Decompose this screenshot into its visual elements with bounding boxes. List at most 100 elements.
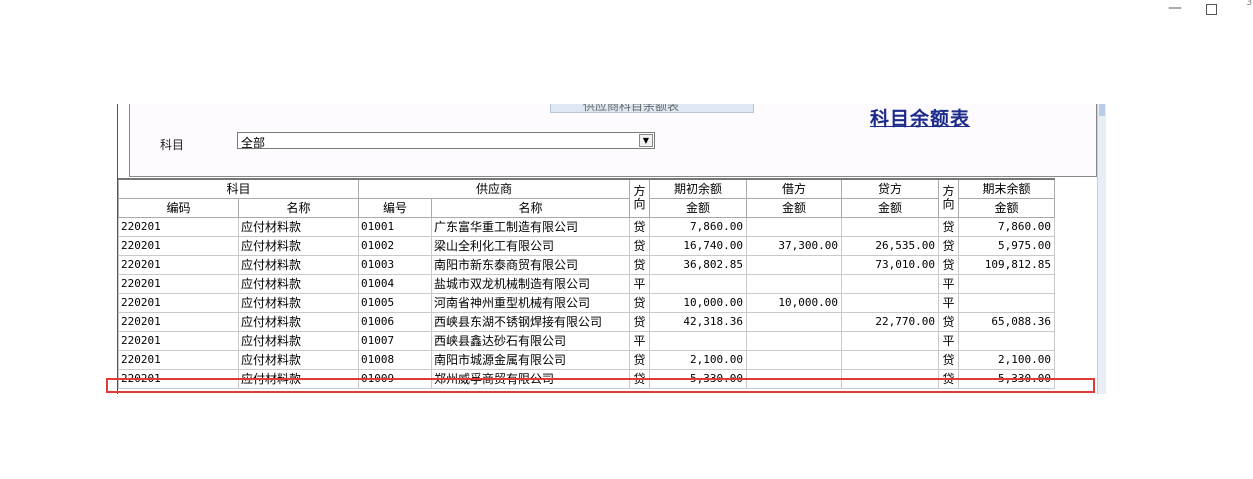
cell-debit [746,349,842,370]
cell-closing [958,330,1055,351]
cell-direction: 平 [629,330,650,351]
cell-supplier-name: 河南省神州重型机械有限公司 [431,292,630,313]
cell-code: 220201 [118,235,239,256]
table-row[interactable]: 220201 应付材料款 01006 西峡县东湖不锈钢焊接有限公司 贷 42,3… [118,311,1055,332]
cell-code: 220201 [118,216,239,237]
close-icon[interactable]: 3 [1246,0,1252,8]
cell-code: 220201 [118,292,239,313]
header-debit-amount[interactable]: 金额 [746,197,842,218]
header-credit[interactable]: 贷方 [841,178,939,199]
table-row[interactable]: 220201 应付材料款 01003 南阳市新东泰商贸有限公司 贷 36,802… [118,254,1055,275]
vertical-scrollbar[interactable] [1097,104,1106,394]
table-row[interactable]: 220201 应付材料款 01007 西峡县鑫达砂石有限公司 平 平 [118,330,1055,351]
cell-name: 应付材料款 [238,235,359,256]
cell-direction-closing: 贷 [938,368,959,389]
cell-supplier-name: 南阳市新东泰商贸有限公司 [431,254,630,275]
cell-opening: 42,318.36 [649,311,747,332]
maximize-icon[interactable] [1206,4,1217,15]
cell-opening: 36,802.85 [649,254,747,275]
header-opening-amount[interactable]: 金额 [649,197,747,218]
cell-supplier-code: 01009 [358,368,432,389]
cell-debit: 37,300.00 [746,235,842,256]
supplier-balance-button-label: 供应商科目余额表 [583,104,680,113]
cell-debit [746,254,842,275]
cell-name: 应付材料款 [238,292,359,313]
cell-code: 220201 [118,330,239,351]
header-subject[interactable]: 科目 [118,178,359,199]
cell-debit [746,311,842,332]
cell-opening: 16,740.00 [649,235,747,256]
dropdown-arrow-icon[interactable]: ▼ [639,134,653,147]
cell-name: 应付材料款 [238,330,359,351]
header-name[interactable]: 名称 [238,197,359,218]
cell-direction-closing: 贷 [938,311,959,332]
table-row[interactable]: 220201 应付材料款 01002 梁山全利化工有限公司 贷 16,740.0… [118,235,1055,256]
cell-supplier-code: 01004 [358,273,432,294]
cell-credit [841,368,939,389]
scrollbar-thumb[interactable] [1099,104,1105,116]
header-opening[interactable]: 期初余额 [649,178,747,199]
table-row[interactable]: 220201 应付材料款 01004 盐城市双龙机械制造有限公司 平 平 [118,273,1055,294]
subject-label: 科目 [160,138,185,152]
balance-table: 科目 供应商 方向 期初余额 借方 贷方 方向 期末余额 编码 名称 编号 名称… [118,178,1055,389]
cell-debit [746,216,842,237]
cell-name: 应付材料款 [238,273,359,294]
cell-direction: 贷 [629,216,650,237]
header-debit[interactable]: 借方 [746,178,842,199]
cell-closing [958,273,1055,294]
table-row[interactable]: 220201 应付材料款 01008 南阳市城源金属有限公司 贷 2,100.0… [118,349,1055,370]
cell-name: 应付材料款 [238,311,359,332]
table-row-selected[interactable]: 220201 应付材料款 01009 郑州威孚商贸有限公司 贷 5,330.00… [118,368,1055,389]
cell-debit [746,330,842,351]
cell-supplier-code: 01005 [358,292,432,313]
cell-supplier-name: 郑州威孚商贸有限公司 [431,368,630,389]
cell-direction: 贷 [629,311,650,332]
cell-supplier-name: 梁山全利化工有限公司 [431,235,630,256]
cell-opening [649,273,747,294]
cell-credit [841,349,939,370]
cell-direction: 贷 [629,254,650,275]
header-supplier-name[interactable]: 名称 [431,197,630,218]
cell-supplier-name: 盐城市双龙机械制造有限公司 [431,273,630,294]
cell-supplier-code: 01007 [358,330,432,351]
header-credit-amount[interactable]: 金额 [841,197,939,218]
cell-direction-closing: 贷 [938,216,959,237]
cell-opening [649,330,747,351]
cell-opening: 5,330.00 [649,368,747,389]
cell-credit: 73,010.00 [841,254,939,275]
subject-select[interactable]: 全部 ▼ [237,132,655,150]
table-row[interactable]: 220201 应付材料款 01005 河南省神州重型机械有限公司 贷 10,00… [118,292,1055,313]
cell-supplier-name: 西峡县东湖不锈钢焊接有限公司 [431,311,630,332]
header-supplier-code[interactable]: 编号 [358,197,432,218]
header-closing[interactable]: 期末余额 [958,178,1055,199]
cell-code: 220201 [118,254,239,275]
cell-supplier-code: 01002 [358,235,432,256]
cell-opening: 10,000.00 [649,292,747,313]
header-direction[interactable]: 方向 [629,178,650,218]
cell-credit: 26,535.00 [841,235,939,256]
cell-credit [841,273,939,294]
cell-credit [841,292,939,313]
header-closing-amount[interactable]: 金额 [958,197,1055,218]
supplier-balance-button[interactable]: 供应商科目余额表 [550,104,754,113]
table-row[interactable]: 220201 应付材料款 01001 广东富华重工制造有限公司 贷 7,860.… [118,216,1055,237]
cell-direction-closing: 贷 [938,349,959,370]
cell-code: 220201 [118,311,239,332]
cell-direction: 贷 [629,349,650,370]
cell-closing: 65,088.36 [958,311,1055,332]
cell-closing: 5,975.00 [958,235,1055,256]
cell-debit [746,368,842,389]
header-code[interactable]: 编码 [118,197,239,218]
cell-closing: 2,100.00 [958,349,1055,370]
header-supplier[interactable]: 供应商 [358,178,630,199]
cell-name: 应付材料款 [238,254,359,275]
header-direction-closing[interactable]: 方向 [938,178,959,218]
minimize-icon[interactable]: — [1168,0,1182,16]
subject-select-value: 全部 [241,136,266,150]
cell-code: 220201 [118,349,239,370]
cell-closing [958,292,1055,313]
cell-debit: 10,000.00 [746,292,842,313]
cell-supplier-code: 01003 [358,254,432,275]
cell-name: 应付材料款 [238,349,359,370]
cell-credit [841,216,939,237]
